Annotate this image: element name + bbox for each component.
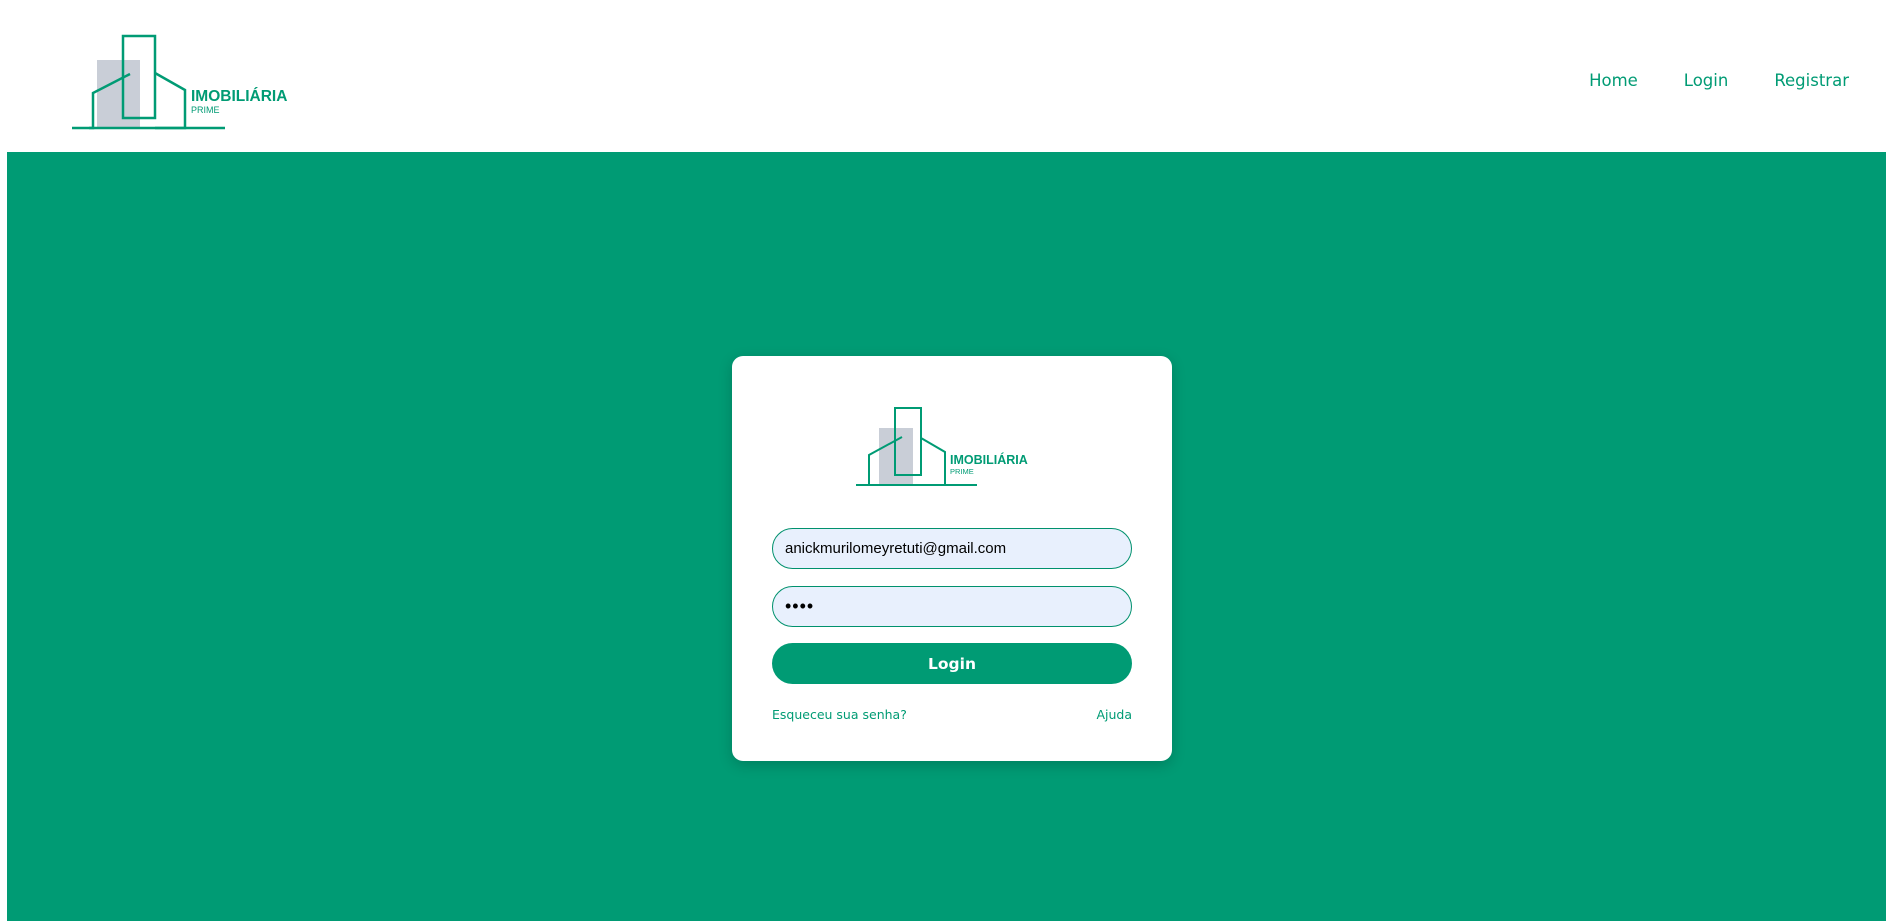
card-logo: IMOBILIÁRIA PRIME xyxy=(852,403,1052,493)
password-input[interactable] xyxy=(772,586,1132,627)
login-card: IMOBILIÁRIA PRIME Login Esqueceu sua sen… xyxy=(732,356,1172,761)
main-navigation: Home Login Registrar xyxy=(1543,69,1849,93)
forgot-password-link[interactable]: Esqueceu sua senha? xyxy=(772,707,907,722)
page-background: IMOBILIÁRIA PRIME Home Login Registrar I… xyxy=(7,7,1886,921)
building-logo-icon xyxy=(72,34,225,130)
header-logo-tagline: PRIME xyxy=(191,105,220,115)
card-logo-tagline: PRIME xyxy=(950,467,974,476)
card-logo-name: IMOBILIÁRIA xyxy=(950,453,1028,467)
nav-register-link[interactable]: Registrar xyxy=(1774,69,1849,93)
building-logo-icon xyxy=(856,407,977,486)
top-navbar: IMOBILIÁRIA PRIME Home Login Registrar xyxy=(7,7,1886,152)
nav-home-link[interactable]: Home xyxy=(1589,69,1638,93)
login-button[interactable]: Login xyxy=(772,643,1132,684)
header-logo[interactable]: IMOBILIÁRIA PRIME xyxy=(67,27,297,132)
nav-login-link[interactable]: Login xyxy=(1684,69,1729,93)
header-logo-name: IMOBILIÁRIA xyxy=(191,88,288,105)
help-link[interactable]: Ajuda xyxy=(1096,707,1132,722)
email-input[interactable] xyxy=(772,528,1132,569)
